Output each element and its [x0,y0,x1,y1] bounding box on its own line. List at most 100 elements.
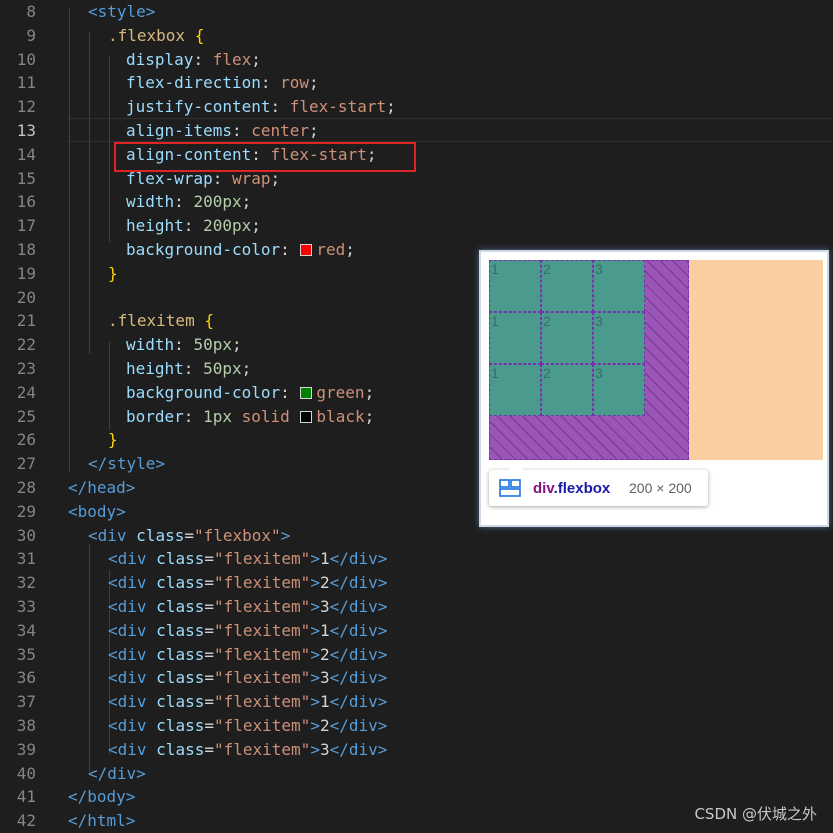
code-line[interactable]: 33 <div class="flexitem">3</div> [0,595,833,619]
code-text: .flexitem { [108,311,214,331]
color-swatch-icon[interactable] [300,386,313,399]
flex-item[interactable]: 1 [489,312,541,364]
line-number: 41 [16,787,36,807]
line-number: 39 [16,739,36,759]
code-line[interactable]: 31 <div class="flexitem">1</div> [0,547,833,571]
line-number: 35 [16,644,36,664]
line-number: 18 [16,240,36,259]
line-number: 25 [16,406,36,426]
line-number: 14 [16,144,36,164]
code-text: <div class="flexitem">1</div> [108,692,388,712]
line-number: 34 [16,620,36,640]
code-line[interactable]: 16 width: 200px; [0,190,833,214]
code-text: width: 200px; [126,192,252,212]
line-number: 8 [26,2,36,21]
line-number: 10 [16,49,36,69]
line-number: 12 [16,97,36,117]
code-text: <div class="flexitem">2</div> [108,573,388,593]
line-number: 24 [16,382,36,402]
code-text: .flexbox { [108,25,205,45]
line-number: 29 [16,501,36,521]
code-text: height: 200px; [126,216,261,236]
code-text: border: 1px solid black; [126,406,375,426]
code-line[interactable]: 13 align-items: center; [0,119,833,143]
code-text: </html> [68,811,136,831]
code-line[interactable]: 10 display: flex; [0,48,833,72]
code-text: <div class="flexitem">3</div> [108,597,388,616]
code-line[interactable]: 37 <div class="flexitem">1</div> [0,690,833,714]
code-line[interactable]: 36 <div class="flexitem">3</div> [0,666,833,690]
line-number: 27 [16,454,36,474]
line-number: 20 [16,287,36,307]
code-text: </body> [68,787,136,807]
code-text: flex-direction: row; [126,73,319,93]
color-swatch-icon[interactable] [300,244,313,256]
flex-item[interactable]: 1 [489,260,541,312]
line-number: 31 [16,549,36,569]
line-number: 17 [16,216,36,236]
code-line[interactable]: 9 .flexbox { [0,24,833,48]
tooltip-selector: div.flexbox [533,480,610,497]
code-line[interactable]: 40 </div> [0,762,833,786]
line-number: 15 [16,168,36,188]
code-line[interactable]: 12 justify-content: flex-start; [0,95,833,119]
watermark: CSDN @伏城之外 [694,805,817,823]
code-text: <div class="flexitem">1</div> [108,620,388,640]
line-number: 19 [16,263,36,283]
code-line[interactable]: 35 <div class="flexitem">2</div> [0,643,833,667]
line-number: 28 [16,478,36,497]
code-text: <body> [68,501,126,521]
code-text: height: 50px; [126,359,252,378]
tooltip-class-name: .flexbox [553,479,611,497]
code-text: <div class="flexitem">2</div> [108,644,388,664]
code-line[interactable]: 17 height: 200px; [0,214,833,238]
code-line[interactable]: 30 <div class="flexbox"> [0,524,833,548]
devtools-preview-panel: 123123123 div.flexbox 200 × 200 [479,250,829,527]
annotation-highlight-box [114,142,416,172]
code-line[interactable]: 32 <div class="flexitem">2</div> [0,571,833,595]
line-number: 32 [16,573,36,593]
code-text: </style> [88,454,166,474]
code-text: </div> [88,763,146,783]
flex-item[interactable]: 3 [593,260,645,312]
code-text: <div class="flexitem">2</div> [108,716,388,735]
line-number: 36 [16,668,36,688]
line-number: 33 [16,597,36,616]
flex-item[interactable]: 2 [541,260,593,312]
color-swatch-icon[interactable] [300,410,313,423]
code-line[interactable]: 11 flex-direction: row; [0,71,833,95]
flex-item[interactable]: 3 [593,364,645,416]
flex-item[interactable]: 3 [593,312,645,364]
line-number: 38 [16,716,36,735]
code-line[interactable]: 8 <style> [0,0,833,24]
flex-item[interactable]: 2 [541,312,593,364]
flex-container-icon [499,479,521,497]
element-tooltip: div.flexbox 200 × 200 [489,463,708,506]
code-line[interactable]: 38 <div class="flexitem">2</div> [0,714,833,738]
code-text: width: 50px; [126,335,242,355]
code-text: <div class="flexitem">3</div> [108,739,388,759]
line-number: 23 [16,359,36,378]
tooltip-arrow [509,463,523,470]
code-text: <div class="flexitem">1</div> [108,549,388,569]
flex-item[interactable]: 2 [541,364,593,416]
line-number: 22 [16,335,36,355]
code-text: align-items: center; [126,121,319,140]
code-text: background-color: green; [126,382,375,402]
code-line[interactable]: 39 <div class="flexitem">3</div> [0,738,833,762]
line-number: 30 [16,525,36,545]
code-line[interactable]: 34 <div class="flexitem">1</div> [0,619,833,643]
code-text: } [108,263,118,283]
line-number: 11 [16,73,36,93]
code-text: } [108,430,118,450]
line-number: 21 [16,311,36,331]
flex-item[interactable]: 1 [489,364,541,416]
tooltip-tag-name: div [533,479,554,497]
line-number: 9 [26,25,36,45]
line-number: 16 [16,192,36,212]
code-text: <style> [88,2,156,21]
line-number: 40 [16,763,36,783]
tooltip-dimensions: 200 × 200 [629,480,692,496]
line-number: 26 [16,430,36,450]
line-number: 37 [16,692,36,712]
